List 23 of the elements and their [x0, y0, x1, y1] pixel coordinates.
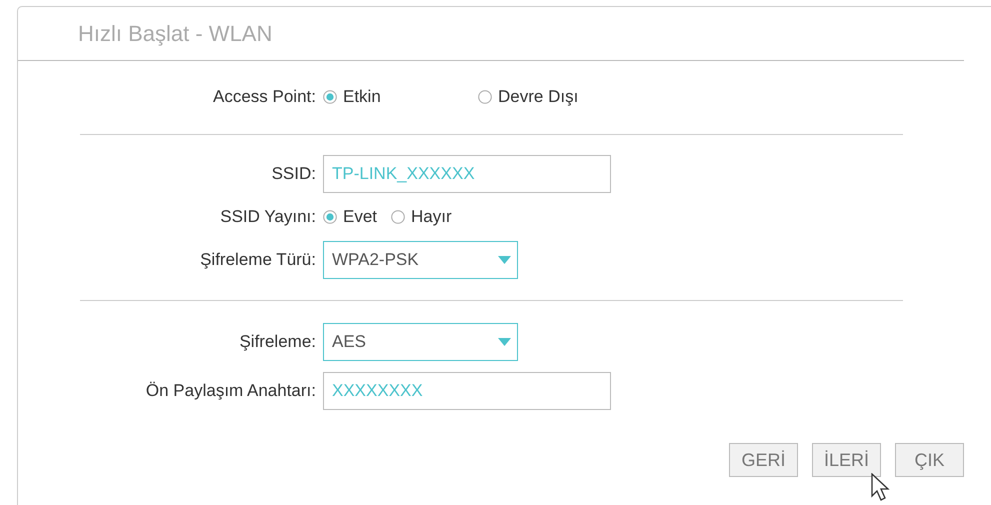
wizard-button[interactable]: İLERİ — [812, 443, 881, 477]
cursor-icon — [871, 473, 891, 503]
radio-option[interactable]: Hayır — [391, 207, 452, 227]
radio-button[interactable] — [323, 90, 337, 104]
field-label: Ön Paylaşım Anahtarı: — [144, 381, 316, 401]
caret-icon — [498, 256, 511, 264]
wizard-button[interactable]: ÇIK — [895, 443, 964, 477]
panel-title: Hızlı Başlat - WLAN — [78, 20, 272, 46]
caret-icon — [498, 338, 511, 346]
field-label: SSID: — [270, 164, 316, 184]
radio-option[interactable]: Evet — [323, 207, 378, 227]
radio-button[interactable] — [391, 210, 406, 224]
dropdown[interactable]: WPA2-PSK — [323, 241, 518, 279]
radio-option[interactable]: Devre Dışı — [478, 87, 619, 107]
field-label: Şifreleme Türü: — [199, 250, 316, 270]
radio-button[interactable] — [323, 210, 337, 224]
dropdown[interactable]: AES — [323, 323, 518, 361]
field-label: Access Point: — [212, 87, 316, 107]
field-label: Şifreleme: — [238, 332, 316, 352]
radio-option[interactable]: Etkin — [323, 87, 464, 107]
wizard-button[interactable]: GERİ — [729, 443, 798, 477]
field-label: SSID Yayını: — [219, 207, 316, 227]
radio-button[interactable] — [478, 90, 492, 104]
